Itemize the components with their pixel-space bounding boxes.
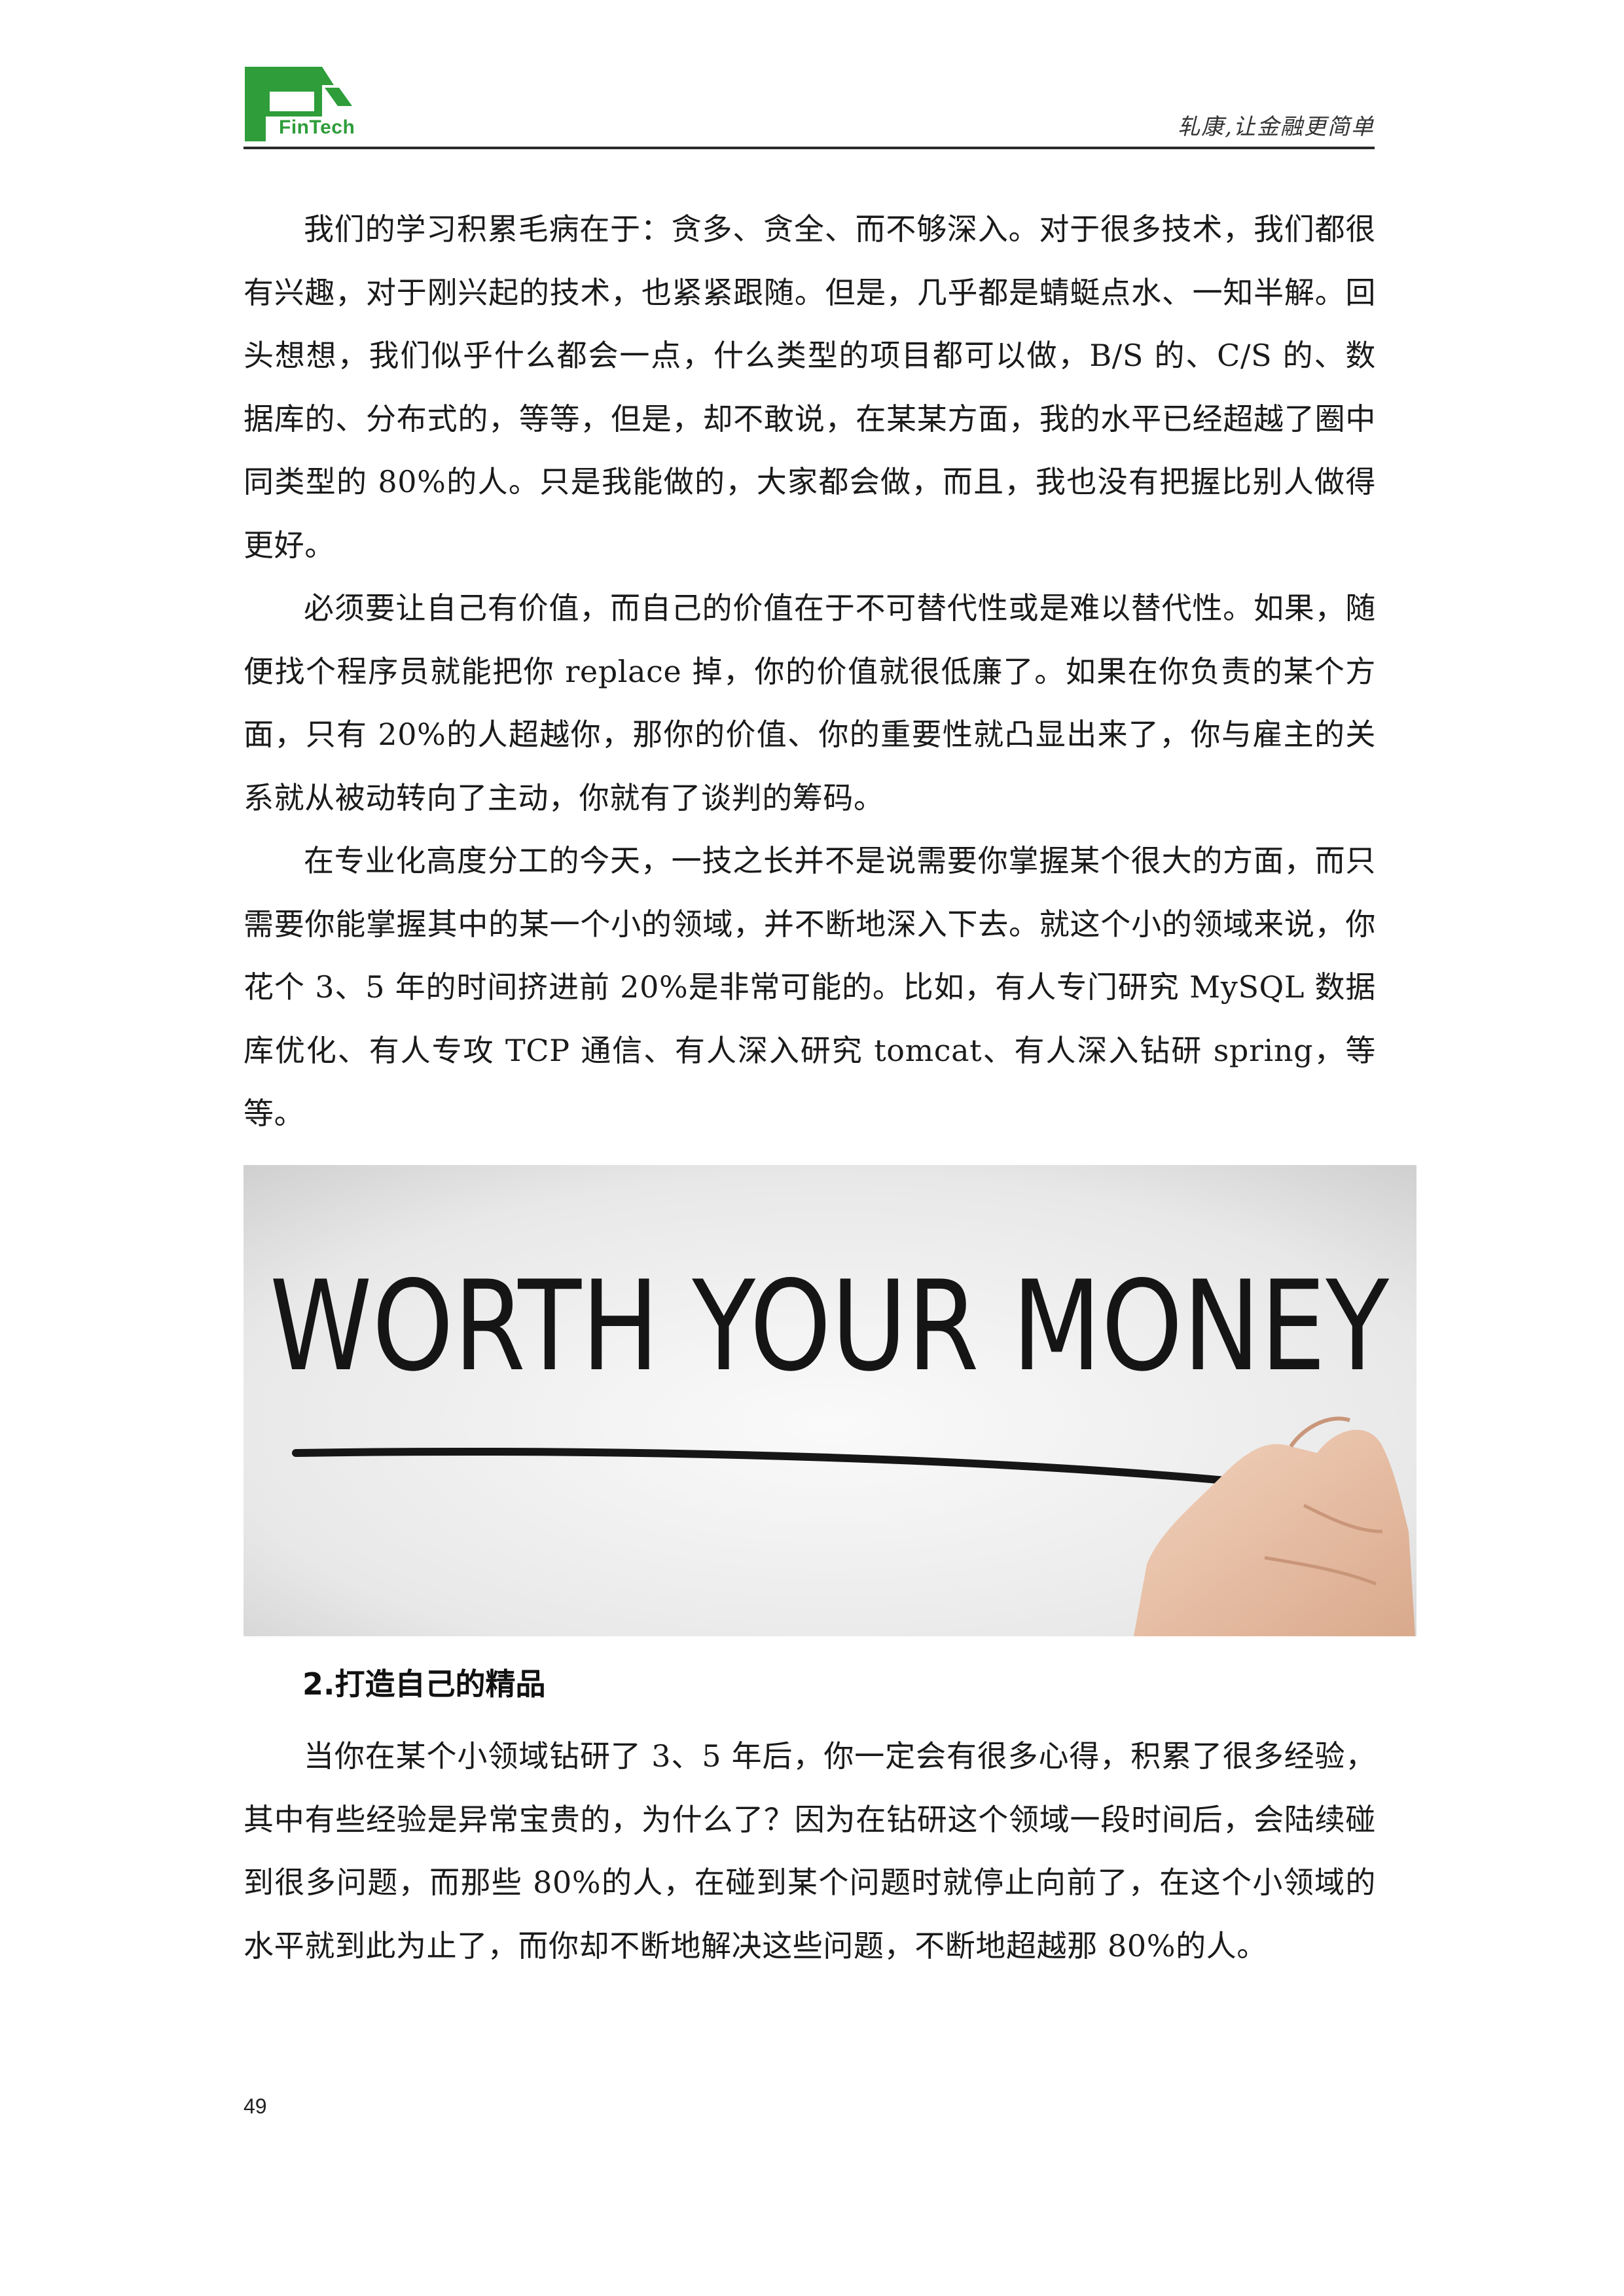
body-paragraph: 必须要让自己有价值，而自己的价值在于不可替代性或是难以替代性。如果，随便找个程序… [244, 590, 1376, 816]
body-paragraph: 当你在某个小领域钻研了 3、5 年后，你一定会有很多心得，积累了很多经验，其中有… [244, 1738, 1376, 1964]
worth-your-money-photo: WORTH YOUR MONEY [244, 1165, 1416, 1636]
photo-handwritten-text: WORTH YOUR MONEY [270, 1254, 1390, 1399]
page-number: 49 [244, 2094, 267, 2118]
page-header: FinTech 轧康,让金融更简单 [244, 63, 1375, 149]
fintech-logo: FinTech [244, 65, 355, 143]
header-slogan: 轧康,让金融更简单 [1178, 114, 1375, 140]
body-paragraph: 在专业化高度分工的今天，一技之长并不是说需要你掌握某个很大的方面，而只需要你能掌… [244, 843, 1376, 1131]
logo-text: FinTech [279, 117, 355, 138]
photo-illustration: WORTH YOUR MONEY [244, 1165, 1416, 1636]
section-heading: 2.打造自己的精品 [302, 1666, 546, 1702]
body-paragraph: 我们的学习积累毛病在于：贪多、贪全、而不够深入。对于很多技术，我们都很有兴趣，对… [244, 211, 1376, 563]
